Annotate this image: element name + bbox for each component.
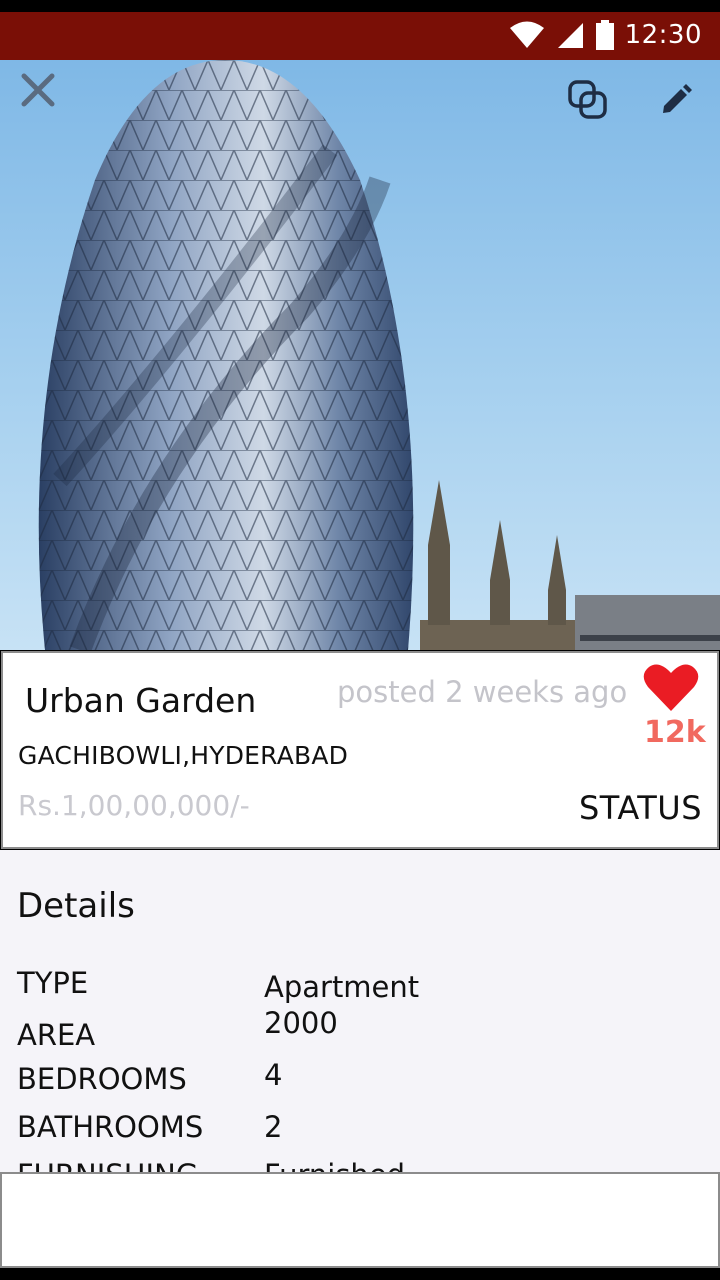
top-edge [0, 0, 720, 12]
copy-icon [568, 80, 607, 119]
detail-label-bedrooms: BEDROOMS [17, 1062, 187, 1096]
property-photo [0, 60, 720, 650]
location: GACHIBOWLI,HYDERABAD [18, 741, 349, 770]
detail-label-type: TYPE [17, 966, 89, 1000]
posted-time: posted 2 weeks ago [337, 675, 628, 709]
like-count: 12k [644, 715, 706, 750]
clock: 12:30 [624, 20, 702, 50]
detail-value-area: 2000 [264, 1006, 338, 1040]
close-button[interactable] [10, 62, 66, 118]
detail-label-area: AREA [17, 1018, 96, 1052]
details-section: Details TYPE Apartment AREA 2000 BEDROOM… [0, 850, 720, 1172]
detail-value-bathrooms: 2 [264, 1110, 283, 1144]
wifi-icon [509, 21, 544, 48]
detail-label-furnishing: FURNISHING [17, 1158, 198, 1172]
signal-icon [557, 23, 583, 48]
edit-icon [663, 84, 692, 113]
listing-card: Urban Garden posted 2 weeks ago 12k GACH… [1, 651, 719, 849]
detail-value-type: Apartment [264, 970, 420, 1004]
detail-label-bathrooms: BATHROOMS [17, 1110, 204, 1144]
status-bar: 12:30 [0, 12, 720, 60]
status-label: STATUS [578, 789, 702, 827]
details-heading: Details [17, 886, 135, 926]
battery-icon [595, 20, 614, 50]
price: Rs.1,00,00,000/- [18, 789, 250, 822]
bottom-panel [0, 1172, 720, 1268]
detail-value-bedrooms: 4 [264, 1058, 283, 1092]
detail-value-furnishing: Furnished [264, 1158, 405, 1172]
listing-title: Urban Garden [25, 681, 257, 720]
bottom-edge [0, 1268, 720, 1280]
close-icon [21, 73, 55, 107]
copy-button[interactable] [560, 72, 616, 128]
heart-icon[interactable] [643, 663, 699, 713]
edit-button[interactable] [648, 72, 704, 128]
